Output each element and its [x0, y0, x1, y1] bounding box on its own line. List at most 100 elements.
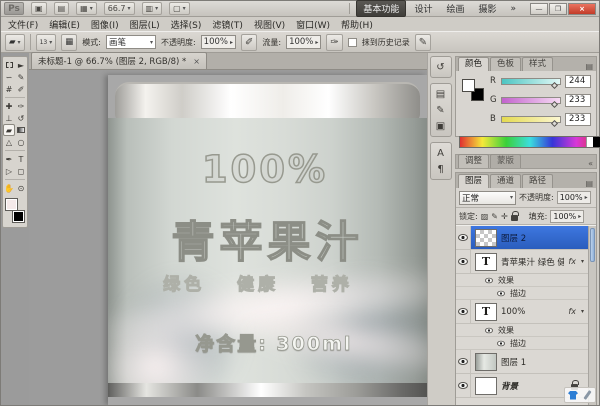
- blend-mode-select[interactable]: 正常 ▾: [459, 191, 516, 205]
- collapse-effects-icon[interactable]: ▾: [581, 258, 584, 265]
- restore-button[interactable]: ❐: [549, 3, 567, 15]
- styles-panel-icon[interactable]: ▤: [432, 86, 450, 102]
- opacity-input[interactable]: 100% ▸: [201, 35, 236, 49]
- mini-bridge-button[interactable]: ▤: [54, 2, 70, 15]
- fx-badge[interactable]: fx: [568, 257, 576, 266]
- tool-dodge[interactable]: ○: [15, 136, 27, 148]
- tool-history-brush[interactable]: ↺: [15, 112, 27, 124]
- red-slider[interactable]: [501, 78, 561, 85]
- flow-input[interactable]: 100% ▸: [286, 35, 321, 49]
- workspace-design[interactable]: 设计: [408, 1, 438, 16]
- layer-thumbnail[interactable]: [475, 353, 497, 371]
- panel-menu-icon[interactable]: ▤: [585, 62, 594, 71]
- red-value-field[interactable]: 244: [565, 75, 591, 88]
- workspace-photography[interactable]: 摄影: [472, 1, 502, 16]
- collapse-panel-icon[interactable]: «: [588, 159, 594, 168]
- minimize-button[interactable]: —: [530, 3, 548, 15]
- brushes-panel-icon[interactable]: ✎: [432, 102, 450, 118]
- lock-pixels-icon[interactable]: ✎: [491, 212, 498, 221]
- visibility-toggle[interactable]: [456, 250, 471, 273]
- effects-row[interactable]: 效果: [456, 274, 588, 287]
- tab-layers[interactable]: 图层: [458, 174, 489, 188]
- layer-row-layer1[interactable]: 图层 1: [456, 350, 588, 374]
- lock-position-icon[interactable]: ✛: [501, 212, 508, 221]
- tool-clone-stamp[interactable]: ⊥: [3, 112, 15, 124]
- workspace-essentials[interactable]: 基本功能: [356, 0, 406, 17]
- blue-value-field[interactable]: 233: [565, 113, 591, 126]
- layer-thumbnail[interactable]: [475, 377, 497, 395]
- paragraph-panel-icon[interactable]: ¶: [432, 161, 450, 177]
- visibility-toggle[interactable]: [456, 226, 471, 249]
- tab-channels[interactable]: 通道: [490, 174, 521, 188]
- menu-filter[interactable]: 滤镜(T): [212, 18, 243, 31]
- green-value-field[interactable]: 233: [565, 94, 591, 107]
- tool-healing-brush[interactable]: ✚: [3, 100, 15, 112]
- history-panel-icon[interactable]: ↺: [432, 59, 450, 75]
- foreground-color-swatch[interactable]: [5, 198, 18, 211]
- tool-preset-picker[interactable]: ▰ ▾: [5, 34, 25, 51]
- slider-handle[interactable]: [551, 119, 558, 126]
- tab-adjustments[interactable]: 调整: [458, 154, 489, 168]
- white-swatch[interactable]: [586, 137, 593, 147]
- collapse-effects-icon[interactable]: ▾: [581, 308, 584, 315]
- tool-quick-selection[interactable]: ✎: [15, 71, 27, 83]
- zoom-level-button[interactable]: 66.7▾: [104, 2, 135, 15]
- tab-styles[interactable]: 样式: [522, 57, 553, 71]
- toggle-brush-panel-button[interactable]: ▦: [61, 34, 77, 51]
- visibility-toggle[interactable]: [456, 374, 471, 397]
- eye-icon[interactable]: [485, 327, 493, 333]
- mode-select[interactable]: 画笔 ▾: [106, 35, 156, 49]
- menu-image[interactable]: 图像(I): [91, 18, 119, 31]
- tool-crop[interactable]: #: [3, 83, 15, 95]
- character-panel-icon[interactable]: A: [432, 145, 450, 161]
- menu-window[interactable]: 窗口(W): [296, 18, 330, 31]
- layer-thumbnail[interactable]: [475, 229, 497, 247]
- visibility-toggle[interactable]: [456, 300, 471, 323]
- wrench-icon[interactable]: [582, 390, 592, 400]
- tool-move[interactable]: ►: [15, 59, 27, 71]
- menu-view[interactable]: 视图(V): [254, 18, 285, 31]
- tab-masks[interactable]: 蒙版: [490, 154, 521, 168]
- tool-pen[interactable]: ✒: [3, 153, 15, 165]
- screen-mode-button[interactable]: ▢▾: [169, 2, 190, 15]
- color-spectrum-ramp[interactable]: [459, 136, 600, 148]
- layer-fill-input[interactable]: 100% ▸: [550, 210, 584, 223]
- layers-scrollbar[interactable]: [588, 226, 596, 405]
- document-tab[interactable]: 未标题-1 @ 66.7% (图层 2, RGB/8) * ×: [31, 52, 207, 69]
- clone-source-panel-icon[interactable]: ▣: [432, 118, 450, 134]
- menu-help[interactable]: 帮助(H): [341, 18, 373, 31]
- close-button[interactable]: ×: [568, 3, 596, 15]
- lock-transparency-icon[interactable]: ▨: [481, 212, 489, 221]
- workspace-painting[interactable]: 绘画: [440, 1, 470, 16]
- tool-blur[interactable]: △: [3, 136, 15, 148]
- view-extras-button[interactable]: ▦▾: [76, 2, 97, 15]
- tool-shape[interactable]: ◻: [15, 165, 27, 177]
- slider-handle[interactable]: [551, 100, 558, 107]
- background-color-swatch[interactable]: [12, 210, 25, 223]
- effects-row[interactable]: 效果: [456, 324, 588, 337]
- tool-type[interactable]: T: [15, 153, 27, 165]
- fx-badge[interactable]: fx: [568, 307, 576, 316]
- airbrush-button[interactable]: ✑: [326, 34, 342, 51]
- shirt-app-icon[interactable]: [568, 391, 578, 400]
- eye-icon[interactable]: [497, 340, 505, 346]
- scrollbar-thumb[interactable]: [590, 228, 595, 262]
- eye-icon[interactable]: [485, 277, 493, 283]
- tool-brush[interactable]: ✑: [15, 100, 27, 112]
- foreground-color-swatch[interactable]: [462, 79, 475, 92]
- launch-bridge-button[interactable]: ▣: [31, 2, 47, 15]
- tablet-size-button[interactable]: ✎: [415, 34, 431, 51]
- lock-all-icon[interactable]: [511, 215, 518, 221]
- document-canvas[interactable]: 100% 青苹果汁 绿色 健康 营养 净含量: 300ml: [108, 75, 427, 405]
- layer-row-text-title[interactable]: T 青苹果汁 绿色 健康 ... fx ▾: [456, 250, 588, 274]
- green-slider[interactable]: [501, 97, 561, 104]
- stroke-effect-row[interactable]: 描边: [456, 287, 588, 300]
- layer-row-layer2[interactable]: 图层 2: [456, 226, 588, 250]
- visibility-toggle[interactable]: [456, 350, 471, 373]
- menu-layer[interactable]: 图层(L): [130, 18, 160, 31]
- tool-zoom[interactable]: ⊙: [15, 182, 27, 194]
- layer-row-text-percent[interactable]: T 100% fx ▾: [456, 300, 588, 324]
- text-layer-thumbnail[interactable]: T: [475, 253, 497, 271]
- tab-swatches[interactable]: 色板: [490, 57, 521, 71]
- stroke-effect-row[interactable]: 描边: [456, 337, 588, 350]
